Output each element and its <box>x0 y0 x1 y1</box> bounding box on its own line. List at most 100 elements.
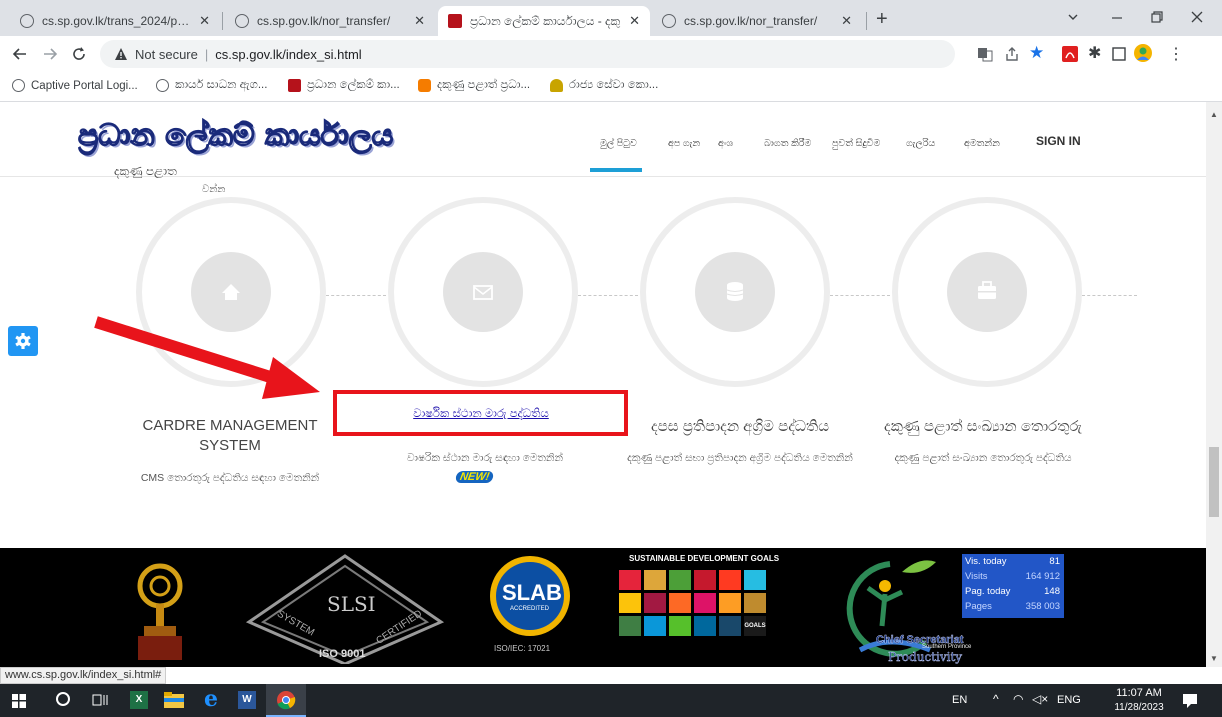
service-link-transfer[interactable]: වාර්ෂික ස්ථාන මාරු පද්ධතිය <box>340 408 622 421</box>
site-logo-icon <box>448 14 462 28</box>
tab-close-icon[interactable]: ✕ <box>414 13 425 29</box>
security-label[interactable]: Not secure <box>135 47 198 62</box>
tab-trans-print[interactable]: cs.sp.gov.lk/trans_2024/print_2.p ✕ <box>10 6 220 36</box>
scroll-down-arrow-icon[interactable]: ▼ <box>1210 654 1218 663</box>
network-icon[interactable]: ◠ <box>1013 692 1023 706</box>
scroll-up-arrow-icon[interactable]: ▲ <box>1210 110 1218 119</box>
new-tab-button[interactable]: + <box>876 8 888 31</box>
page-scrollbar[interactable]: ▲ ▼ <box>1206 102 1222 667</box>
productivity-line3: Productivity <box>888 650 963 664</box>
bookmark-label: කාර්ය සාධන ඇග... <box>175 79 268 91</box>
tab-divider <box>222 12 223 30</box>
file-explorer-icon[interactable] <box>164 692 184 708</box>
url-text[interactable]: cs.sp.gov.lk/index_si.html <box>215 47 361 62</box>
bookmark-performance[interactable]: කාර්ය සාධන ඇග... <box>156 79 267 92</box>
windows-start-icon[interactable] <box>12 694 26 708</box>
service-title-cms[interactable]: CARDRE MANAGEMENT SYSTEM <box>120 416 340 456</box>
nav-downloads[interactable]: බාගත කිරීම <box>764 138 811 149</box>
connector-line <box>1082 295 1137 296</box>
minimize-icon[interactable] <box>1110 10 1124 24</box>
extensions-puzzle-icon[interactable]: ✱ <box>1088 43 1101 63</box>
tab-title: cs.sp.gov.lk/nor_transfer/ <box>684 14 818 28</box>
task-view-icon[interactable] <box>92 693 108 707</box>
clock-time[interactable]: 11:07 AM <box>1114 687 1164 699</box>
tab-nor-transfer-2[interactable]: cs.sp.gov.lk/nor_transfer/ ✕ <box>652 6 862 36</box>
restore-icon[interactable] <box>1150 10 1164 24</box>
stat-label: Pages <box>965 601 992 612</box>
pdf-extension-icon[interactable] <box>1062 46 1078 62</box>
service-desc-advance: දකුණු පළාත් සභා ප්‍රතිපාදන අග්‍රිම පද්ධත… <box>627 452 853 464</box>
language-indicator[interactable]: EN <box>952 694 967 706</box>
site-logo-text[interactable]: ප්‍රධාන ලේකම් කාර්යාලය <box>77 117 393 153</box>
sdg-goals-logo: SUSTAINABLE DEVELOPMENT GOALS GOALS <box>615 552 779 664</box>
input-method-indicator[interactable]: ENG <box>1057 694 1081 706</box>
sdg-tile <box>644 593 666 613</box>
connector-line <box>578 295 638 296</box>
sdg-tile <box>619 570 641 590</box>
tray-chevron-icon[interactable]: ^ <box>993 692 999 706</box>
volume-muted-icon[interactable]: ◁× <box>1032 692 1048 706</box>
bookmark-label: දකුණු පළාත් ප්‍රධා... <box>437 79 531 91</box>
slab-accreditation-logo: SLAB ACCREDITED ISO/IEC: 17021 <box>490 556 570 664</box>
side-panel-icon[interactable] <box>1112 47 1126 61</box>
nav-sign-in[interactable]: SIGN IN <box>1036 134 1081 148</box>
nav-divisions[interactable]: අංශ <box>718 138 733 149</box>
tab-close-icon[interactable]: ✕ <box>841 13 852 29</box>
service-circle-advance[interactable] <box>640 197 830 387</box>
nav-news[interactable]: පුවත් සිදුවීම <box>832 138 880 149</box>
bookmark-public-service[interactable]: රාජ්‍ය සේවා කො... <box>550 79 658 92</box>
scrollbar-thumb[interactable] <box>1209 447 1219 517</box>
tab-close-icon[interactable]: ✕ <box>199 13 210 29</box>
word-app-icon[interactable]: W <box>238 691 256 709</box>
settings-button[interactable] <box>8 326 38 356</box>
translate-icon[interactable] <box>977 46 993 62</box>
service-title-statistics[interactable]: දකුණු පළාත් සංඛ්‍යාන තොරතුරු <box>858 418 1108 435</box>
tab-nor-transfer[interactable]: cs.sp.gov.lk/nor_transfer/ ✕ <box>225 6 435 36</box>
bookmark-southern-province[interactable]: දකුණු පළාත් ප්‍රධා... <box>418 79 530 92</box>
bookmark-label: රාජ්‍ය සේවා කො... <box>569 79 659 91</box>
sdg-tile <box>719 570 741 590</box>
site-logo-icon <box>288 79 301 92</box>
stat-value: 148 <box>1044 586 1060 597</box>
nav-home[interactable]: මුල් පිටුව <box>600 138 637 149</box>
nav-about[interactable]: අප ගැන <box>668 138 700 149</box>
forward-arrow-icon[interactable] <box>42 46 58 62</box>
service-circle-transfer[interactable] <box>388 197 578 387</box>
warning-triangle-icon[interactable] <box>114 47 128 61</box>
nav-active-underline <box>590 168 642 172</box>
share-icon[interactable] <box>1004 46 1020 62</box>
reload-icon[interactable] <box>71 46 87 62</box>
sdg-tile <box>644 616 666 636</box>
icon-bubble <box>947 252 1027 332</box>
service-title-advance[interactable]: දපස ප්‍රතිපාදන අග්‍රිම පද්ධතිය <box>630 418 850 435</box>
tab-chief-secretariat[interactable]: ප්‍රධාන ලේකම් කාර්යාලය - දකු ✕ <box>438 6 650 36</box>
nav-contact[interactable]: අමතන්න <box>964 138 1000 149</box>
search-icon[interactable] <box>56 692 70 706</box>
profile-avatar-icon[interactable] <box>1133 43 1153 63</box>
chrome-icon <box>277 691 296 710</box>
tab-title: ප්‍රධාන ලේකම් කාර්යාලය - දකු <box>470 13 621 28</box>
mail-icon <box>473 285 493 300</box>
stat-value: 358 003 <box>1025 601 1060 612</box>
tab-search-icon[interactable] <box>1066 10 1080 24</box>
slab-iso-text: ISO/IEC: 17021 <box>494 644 551 653</box>
bookmark-captive-portal[interactable]: Captive Portal Logi... <box>12 79 138 92</box>
bookmark-chief-secretary[interactable]: ප්‍රධාන ලේකම් කා... <box>288 79 400 92</box>
address-bar[interactable]: Not secure | cs.sp.gov.lk/index_si.html <box>100 40 955 68</box>
bookmark-star-icon[interactable]: ★ <box>1029 43 1044 63</box>
clock-date[interactable]: 11/28/2023 <box>1109 702 1169 713</box>
back-arrow-icon[interactable] <box>12 46 28 62</box>
service-circle-statistics[interactable] <box>892 197 1082 387</box>
browser-menu-icon[interactable]: ⋮ <box>1168 44 1184 64</box>
nav-gallery[interactable]: ගැලරිය <box>906 138 935 149</box>
sdg-tile <box>719 616 741 636</box>
browser-tab-strip: cs.sp.gov.lk/trans_2024/print_2.p ✕ cs.s… <box>0 0 1222 36</box>
tab-close-icon[interactable]: ✕ <box>629 13 640 29</box>
sdg-tile <box>719 593 741 613</box>
close-window-icon[interactable] <box>1190 10 1204 24</box>
edge-browser-icon[interactable]: e <box>204 686 218 712</box>
excel-app-icon[interactable]: X <box>130 691 148 709</box>
notifications-icon[interactable] <box>1182 693 1198 709</box>
web-page: ප්‍රධාන ලේකම් කාර්යාලය මුල් පිටුව අප ගැන… <box>0 102 1206 667</box>
chrome-taskbar-button[interactable] <box>266 684 306 717</box>
